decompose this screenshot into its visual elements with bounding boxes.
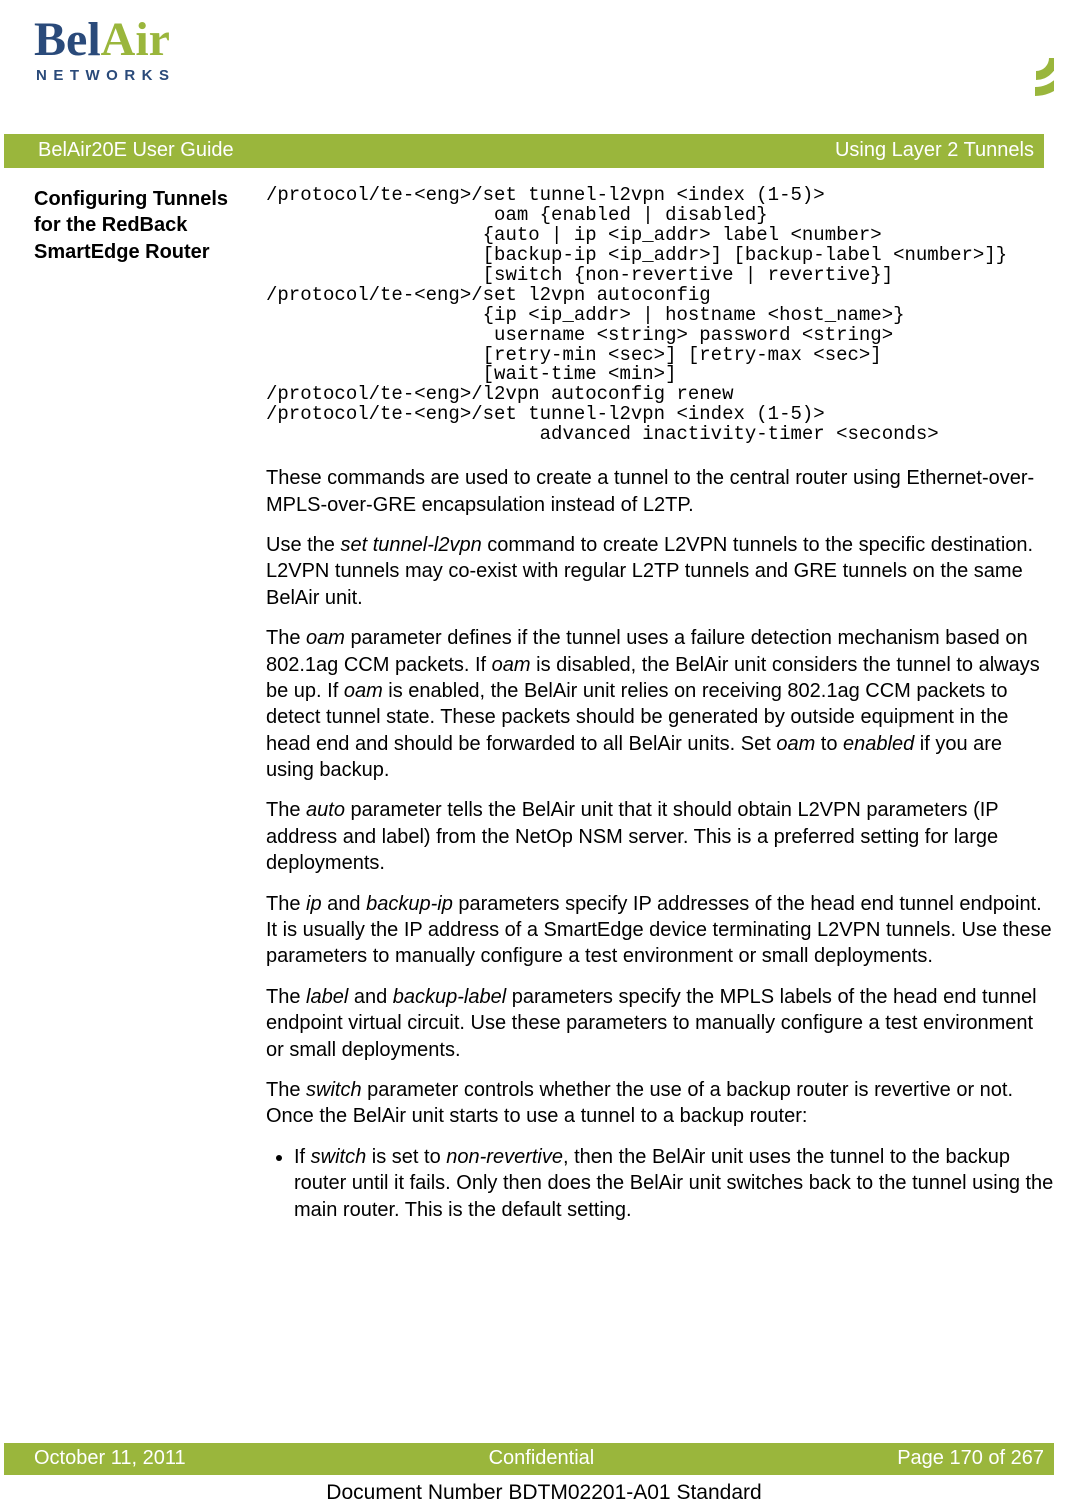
title-bar: BelAir20E User Guide Using Layer 2 Tunne… (4, 134, 1044, 168)
side-heading: Configuring Tunnels for the RedBack Smar… (34, 186, 266, 1237)
para-switch: The switch parameter controls whether th… (266, 1077, 1054, 1130)
footer-page: Page 170 of 267 (897, 1447, 1044, 1470)
footer-bar: October 11, 2011 Confidential Page 170 o… (4, 1443, 1054, 1475)
list-item: If switch is set to non-revertive, then … (294, 1144, 1054, 1223)
para-oam: The oam parameter defines if the tunnel … (266, 625, 1054, 783)
para-label: The label and backup-label parameters sp… (266, 984, 1054, 1063)
body-text: /protocol/te-<eng>/set tunnel-l2vpn <ind… (266, 186, 1054, 1237)
para-auto: The auto parameter tells the BelAir unit… (266, 797, 1054, 876)
content-area: Configuring Tunnels for the RedBack Smar… (34, 186, 1054, 1237)
footer-docnum: Document Number BDTM02201-A01 Standard (0, 1481, 1088, 1505)
page-header: BelAir NETWORKS (34, 18, 1054, 130)
wifi-icon (939, 18, 1054, 98)
guide-title: BelAir20E User Guide (38, 139, 234, 162)
para-set-tunnel: Use the set tunnel-l2vpn command to crea… (266, 532, 1054, 611)
para-ip: The ip and backup-ip parameters specify … (266, 891, 1054, 970)
logo-word1: Bel (34, 13, 101, 66)
switch-list: If switch is set to non-revertive, then … (274, 1144, 1054, 1223)
belair-logo: BelAir NETWORKS (34, 18, 176, 84)
command-syntax: /protocol/te-<eng>/set tunnel-l2vpn <ind… (266, 186, 1054, 445)
logo-word2: Air (101, 13, 170, 66)
section-title: Using Layer 2 Tunnels (835, 139, 1034, 162)
para-intro: These commands are used to create a tunn… (266, 465, 1054, 518)
footer-confidential: Confidential (489, 1447, 595, 1470)
logo-sub: NETWORKS (36, 67, 176, 84)
footer-date: October 11, 2011 (34, 1447, 186, 1470)
